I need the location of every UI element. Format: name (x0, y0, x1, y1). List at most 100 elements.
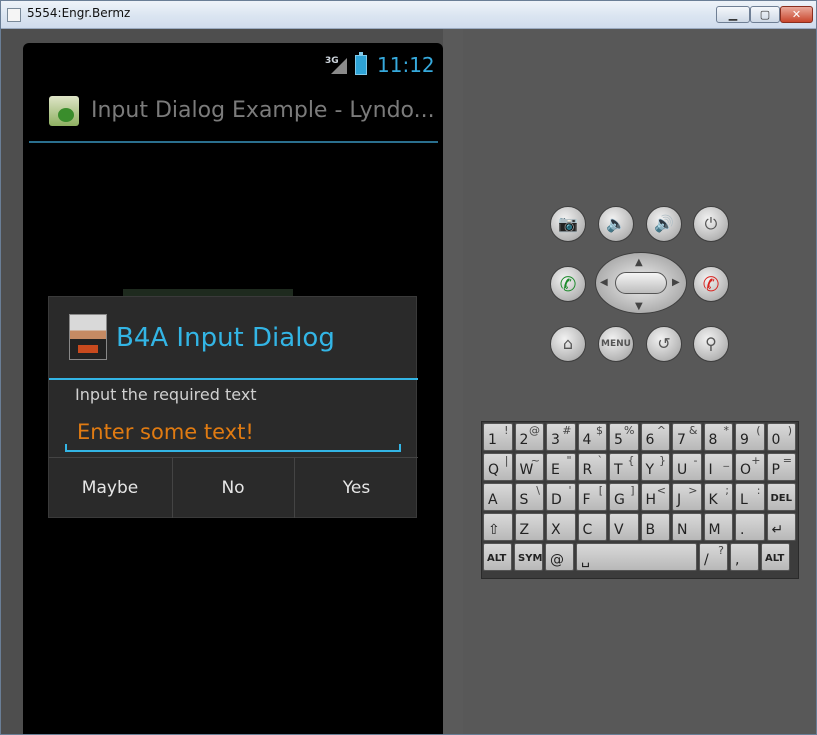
key-secondary-label: = (782, 454, 792, 467)
key-label: K (708, 492, 718, 508)
key-row3-3[interactable]: F[ (577, 483, 607, 511)
key-secondary-label: @ (529, 424, 540, 437)
key-label: D (551, 492, 562, 508)
back-button[interactable]: ↺ (646, 326, 682, 362)
maximize-button[interactable]: ▢ (750, 6, 780, 23)
key-row1-0[interactable]: 1! (483, 423, 513, 451)
maybe-button[interactable]: Maybe (49, 458, 171, 518)
menu-button[interactable]: MENU (598, 326, 634, 362)
key-row3-5[interactable]: H < (640, 483, 670, 511)
key-row1-2[interactable]: 3 # (546, 423, 576, 451)
key-row4-4[interactable]: V (609, 513, 639, 541)
volume-up-button[interactable]: 🔊 (646, 206, 682, 242)
minimize-button[interactable]: ▁ (716, 6, 750, 23)
key-label: ⇧ (488, 522, 500, 538)
key-row2-0[interactable]: Q | (483, 453, 513, 481)
key-secondary-label: { (627, 454, 635, 467)
key-row4-0[interactable]: ⇧ (483, 513, 513, 541)
key-label: P (771, 462, 780, 478)
key-row4-7[interactable]: M (703, 513, 733, 541)
key-row5-6[interactable]: ALT (761, 543, 790, 571)
key-row3-9[interactable]: DEL (766, 483, 796, 511)
key-row4-6[interactable]: N (672, 513, 702, 541)
key-row1-7[interactable]: 8 * (703, 423, 733, 451)
key-row1-6[interactable]: 7 & (672, 423, 702, 451)
key-row1-3[interactable]: 4 $ (577, 423, 607, 451)
key-row1-4[interactable]: 5% (609, 423, 639, 451)
key-row2-5[interactable]: Y} (640, 453, 670, 481)
key-row5-3[interactable]: ␣ (576, 543, 697, 571)
dpad-right-icon: ▶ (672, 277, 680, 288)
text-input[interactable]: Enter some text! (65, 412, 401, 452)
key-row3-1[interactable]: S \ (514, 483, 544, 511)
key-secondary-label: | (504, 454, 509, 467)
key-row3-2[interactable]: D ' (546, 483, 576, 511)
key-label: . (740, 522, 745, 538)
dpad-center-button[interactable] (615, 272, 667, 294)
input-placeholder: Enter some text! (77, 420, 254, 444)
key-row2-1[interactable]: W ~ (514, 453, 544, 481)
yes-button[interactable]: Yes (294, 458, 418, 518)
status-clock: 11:12 (377, 53, 435, 77)
network-type: 3G (325, 56, 339, 66)
key-row1-1[interactable]: 2 @ (514, 423, 544, 451)
title-bar: 5554:Engr.Bermz ▁ ▢ ✕ (1, 1, 816, 29)
dialog-title-divider (49, 378, 418, 380)
key-row3-4[interactable]: G] (609, 483, 639, 511)
key-label: DEL (770, 493, 793, 504)
call-button[interactable]: ✆ (550, 266, 586, 302)
key-row5-0[interactable]: ALT (483, 543, 512, 571)
key-row3-8[interactable]: L: (735, 483, 765, 511)
key-row2-2[interactable]: E " (546, 453, 576, 481)
key-label: G (614, 492, 625, 508)
key-row2-7[interactable]: I _ (703, 453, 733, 481)
search-button[interactable]: ⚲ (693, 326, 729, 362)
key-label: 4 (582, 432, 592, 448)
key-row1-5[interactable]: 6 ^ (640, 423, 670, 451)
key-secondary-label: $ (596, 424, 603, 437)
key-row3-6[interactable]: J > (672, 483, 702, 511)
frame-divider (443, 29, 463, 734)
camera-icon: 📷 (558, 214, 578, 233)
key-label: 7 (677, 432, 686, 448)
app-icon (49, 96, 79, 126)
close-button[interactable]: ✕ (780, 6, 813, 23)
key-row4-3[interactable]: C (577, 513, 607, 541)
key-row2-4[interactable]: T{ (609, 453, 639, 481)
dpad-up-icon: ▲ (635, 257, 643, 268)
key-label: 0 (771, 432, 781, 448)
no-button[interactable]: No (172, 458, 293, 518)
key-label: A (488, 492, 498, 508)
volume-down-button[interactable]: 🔈 (598, 206, 634, 242)
key-row4-8[interactable]: . (735, 513, 765, 541)
key-row5-1[interactable]: SYM (514, 543, 543, 571)
key-row2-8[interactable]: O + (735, 453, 765, 481)
key-secondary-label: * (723, 424, 730, 437)
key-row5-5[interactable]: , (730, 543, 759, 571)
key-row1-8[interactable]: 9( (735, 423, 765, 451)
key-row3-0[interactable]: A (483, 483, 513, 511)
key-label: J (677, 492, 682, 508)
key-row4-5[interactable]: B (640, 513, 670, 541)
key-label: X (551, 522, 561, 538)
key-label: 2 (519, 432, 529, 448)
key-row5-2[interactable]: @ (545, 543, 574, 571)
key-row2-6[interactable]: U- (672, 453, 702, 481)
key-label: Z (519, 522, 530, 538)
key-secondary-label: ! (504, 424, 509, 437)
key-row2-3[interactable]: R ` (577, 453, 607, 481)
key-secondary-label: ] (630, 484, 635, 497)
key-row4-2[interactable]: X (546, 513, 576, 541)
end-call-button[interactable]: ✆ (693, 266, 729, 302)
key-row1-9[interactable]: 0) (766, 423, 796, 451)
key-label: R (582, 462, 593, 478)
power-button[interactable]: ⏻ (693, 206, 729, 242)
key-row5-4[interactable]: /? (699, 543, 728, 571)
home-button[interactable]: ⌂ (550, 326, 586, 362)
key-row4-1[interactable]: Z (514, 513, 544, 541)
key-row2-9[interactable]: P = (766, 453, 796, 481)
key-row3-7[interactable]: K; (703, 483, 733, 511)
key-secondary-label: % (624, 424, 635, 437)
camera-button[interactable]: 📷 (550, 206, 586, 242)
key-row4-9[interactable]: ↵ (766, 513, 796, 541)
